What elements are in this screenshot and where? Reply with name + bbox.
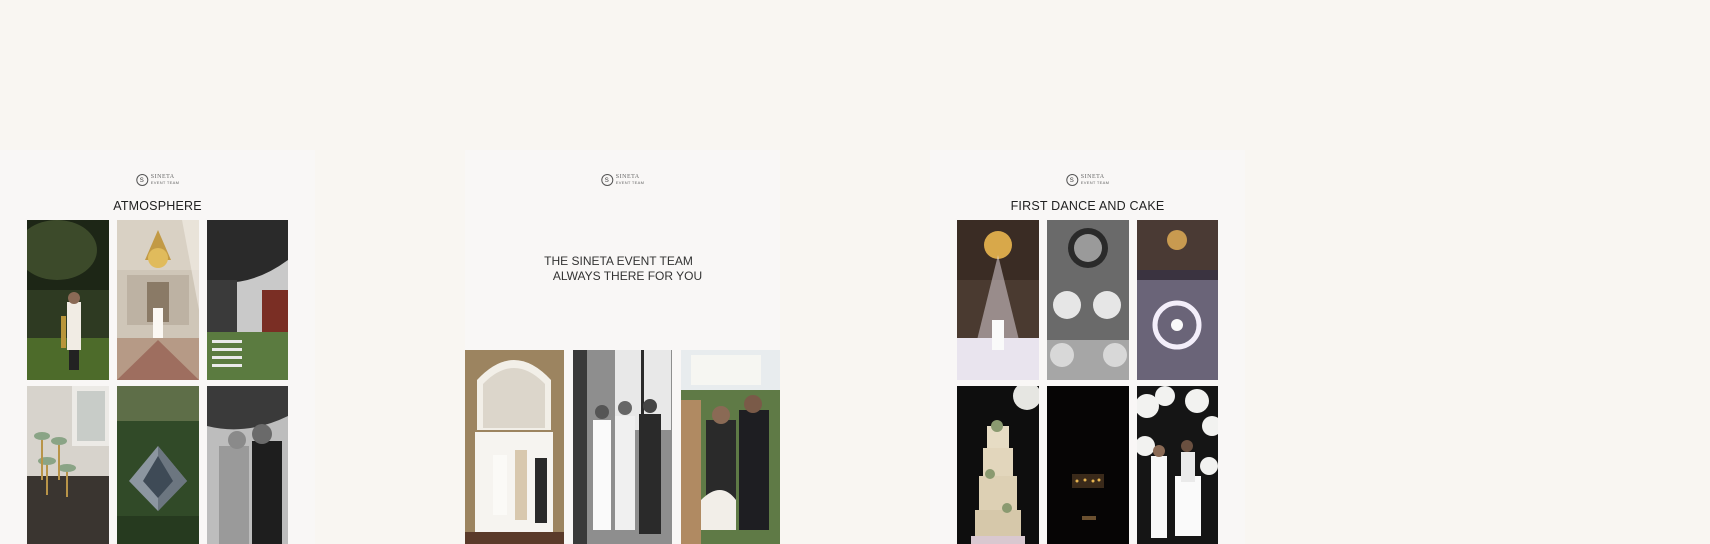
photo-floral-hall [1047, 220, 1129, 380]
logo-monogram-icon: S [135, 174, 148, 186]
card-atmosphere: S SINETA EVENT TEAM ATMOSPHERE [0, 150, 315, 544]
card-title: FIRST DANCE AND CAKE [1010, 199, 1165, 213]
card-tagline: S SINETA EVENT TEAM THE SINETA EVENT TEA… [465, 150, 780, 544]
brand-logo: S SINETA EVENT TEAM [135, 174, 180, 186]
photo-ceremony-window [465, 350, 564, 544]
photo-first-dance-chandelier [957, 220, 1039, 380]
photo-couple-embrace [207, 386, 288, 544]
brand-logo: S SINETA EVENT TEAM [1065, 174, 1110, 186]
photo-night-palace [1047, 386, 1129, 544]
logo-subtitle: EVENT TEAM [615, 180, 645, 185]
photo-garden-ceremony [207, 220, 288, 380]
photo-chandelier-ballroom [117, 220, 199, 380]
card-title: ATMOSPHERE [113, 199, 202, 213]
photo-dessert-table [27, 386, 109, 544]
card-first-dance-cake: S SINETA EVENT TEAM FIRST DANCE AND CAKE [930, 150, 1245, 544]
photo-guests-seated [681, 350, 780, 544]
photo-saxophonist [27, 220, 109, 380]
tagline-line-1: THE SINETA EVENT TEAM [544, 254, 693, 268]
tagline: THE SINETA EVENT TEAM ALWAYS THERE FOR Y… [465, 254, 780, 284]
photo-aerial-palace [117, 386, 199, 544]
logo-subtitle: EVENT TEAM [150, 180, 180, 185]
logo-monogram-icon: S [600, 174, 613, 186]
tagline-line-2: ALWAYS THERE FOR YOU [552, 269, 703, 283]
logo-monogram-icon: S [1065, 174, 1078, 186]
brand-logo: S SINETA EVENT TEAM [600, 174, 645, 186]
logo-subtitle: EVENT TEAM [1080, 180, 1110, 185]
photo-cake-cutting [1137, 386, 1218, 544]
photo-couple-vows [573, 350, 672, 544]
photo-wedding-cake [957, 386, 1039, 544]
photo-light-ring-dance [1137, 220, 1218, 380]
